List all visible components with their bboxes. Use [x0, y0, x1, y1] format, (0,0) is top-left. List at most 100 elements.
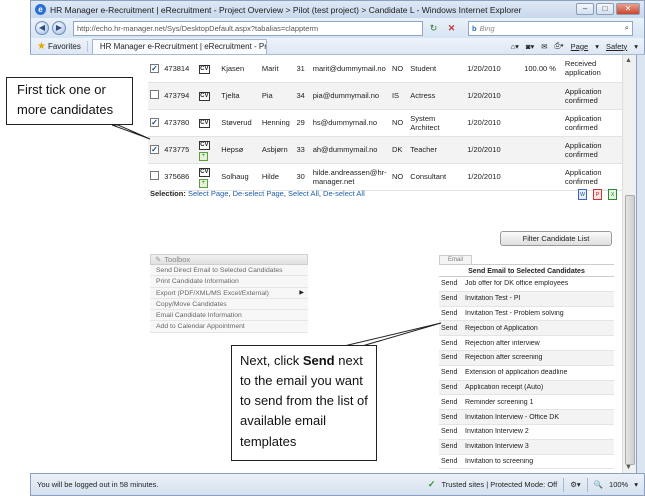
toolbox-item[interactable]: Export (PDF/XML/MS Excel/External) ▶	[150, 287, 308, 299]
email-template-row: Send Application receipt (Auto)	[439, 380, 614, 396]
filter-candidate-list-button[interactable]: Filter Candidate List	[500, 231, 612, 246]
zoom-icon[interactable]: 🔍	[594, 480, 603, 489]
email-template-row: Send Extension of application deadline	[439, 366, 614, 381]
refresh-icon[interactable]: ↻	[426, 21, 441, 36]
scrollbar-thumb[interactable]	[625, 195, 635, 465]
toolbox-item-label: Send Direct Email to Selected Candidates	[156, 267, 283, 274]
table-row[interactable]: ✓ 473780 CV Støverud Henning 29 hs@dummymail.n…	[148, 109, 622, 137]
tab-email[interactable]: Email	[439, 255, 473, 264]
send-email-button[interactable]: Send	[439, 428, 463, 435]
feeds-icon[interactable]: ◙▾	[526, 42, 534, 51]
toolbox-item[interactable]: Send Direct Email to Selected Candidates	[150, 265, 308, 277]
favorites-button[interactable]: ★ Favorites	[37, 40, 88, 52]
send-email-button[interactable]: Send	[439, 325, 463, 332]
cv-icon[interactable]: CV	[198, 167, 210, 177]
table-row[interactable]: 473794 CV Tjelta Pia 34 pia@dummymail.no IS Act…	[148, 82, 622, 110]
table-row[interactable]: ✓ 473814 CV Kjasen Marit 31 marit@dummymail.no…	[148, 55, 622, 83]
deselect-page-link[interactable]: De-select Page	[233, 189, 284, 198]
table-row[interactable]: 375686 CV + Solhaug Hilde 30 hilde.andreassen…	[148, 163, 622, 191]
toolbox-item[interactable]: Copy/Move Candidates	[150, 298, 308, 311]
send-email-button[interactable]: Send	[439, 280, 463, 287]
close-window-button[interactable]: ✕	[616, 3, 640, 15]
callout1-pointer	[111, 124, 151, 140]
send-email-button[interactable]: Send	[439, 369, 463, 376]
pdf-export-icon[interactable]: P	[593, 189, 602, 200]
minimize-button[interactable]: –	[576, 3, 594, 15]
status-text: You will be logged out in 58 minutes.	[37, 480, 159, 489]
email-template-name: Reminder screening 1	[465, 398, 534, 406]
forward-button[interactable]: ▶	[52, 21, 66, 35]
maximize-button[interactable]: □	[596, 3, 614, 15]
email-template-name: Invitation to screening	[465, 457, 534, 465]
toolbox-item[interactable]: Add to Calendar Appointment	[150, 321, 308, 333]
cell-age: 33	[294, 136, 311, 164]
excel-export-icon[interactable]: X	[608, 189, 617, 200]
stop-icon[interactable]: ✕	[444, 21, 459, 36]
cell-status: Application confirmed	[562, 136, 622, 164]
cv-icon[interactable]: CV	[198, 119, 210, 128]
cell-position: Consultant	[408, 163, 466, 191]
candidate-checkbox[interactable]: ✓	[150, 145, 159, 154]
url-input[interactable]: http://echo.hr-manager.net/Sys/DesktopDe…	[73, 20, 423, 36]
select-page-link[interactable]: Select Page	[188, 189, 228, 198]
zoom-level[interactable]: 100%	[609, 480, 628, 489]
page-menu[interactable]: Page	[571, 42, 589, 51]
search-icon[interactable]: ⌕	[625, 23, 629, 33]
send-email-button[interactable]: Send	[439, 354, 463, 361]
selection-bar: Selection: Select Page, De-select Page, …	[150, 189, 365, 198]
toolbox-item[interactable]: Print Candidate Information	[150, 276, 308, 288]
deselect-all-link[interactable]: De-select All	[323, 189, 365, 198]
print-icon[interactable]: ⎙▾	[555, 41, 564, 51]
candidate-checkbox[interactable]	[150, 171, 159, 180]
cell-email: pia@dummymail.no	[310, 82, 390, 110]
search-placeholder: Bing	[479, 23, 495, 33]
email-template-row: Send Invitation Test - Problem solving	[439, 307, 614, 322]
cell-last-name: Kjasen	[219, 55, 260, 83]
window-title: HR Manager e-Recruitment | eRecruitment …	[50, 4, 522, 15]
back-button[interactable]: ◀	[35, 21, 49, 35]
attachment-icon[interactable]: +	[198, 178, 208, 188]
cv-icon[interactable]: CV	[198, 92, 210, 101]
home-icon[interactable]: ⌂▾	[511, 42, 519, 51]
send-email-button[interactable]: Send	[439, 295, 463, 302]
send-email-button[interactable]: Send	[439, 310, 463, 317]
cell-candidate-id[interactable]: 473780	[162, 109, 197, 137]
cell-country: NO	[389, 55, 409, 83]
cell-position: System Architect	[408, 109, 466, 137]
word-export-icon[interactable]: W	[578, 189, 587, 200]
mail-icon[interactable]: ✉	[541, 42, 547, 51]
browser-tab[interactable]: HR Manager e-Recruitment | eRecruitment …	[91, 38, 267, 54]
callout-first-step: First tick one or more candidates	[6, 77, 133, 125]
cv-icon[interactable]: CV	[198, 140, 210, 150]
cell-position: Teacher	[408, 136, 466, 164]
send-email-button[interactable]: Send	[439, 414, 463, 421]
table-row[interactable]: ✓ 473775 CV + Hepsø Asbjørn 33 ah@dummymail.no…	[148, 136, 622, 164]
scroll-up-icon[interactable]: ▲	[625, 57, 632, 64]
send-email-button[interactable]: Send	[439, 340, 463, 347]
select-all-link[interactable]: Select All	[288, 189, 319, 198]
toolbox-title: Toolbox	[164, 255, 191, 264]
attachment-icon[interactable]: +	[198, 151, 208, 161]
cell-candidate-id[interactable]: 473775	[162, 136, 197, 164]
cv-icon[interactable]: CV	[198, 64, 210, 74]
email-panel: Email Send Email to Selected Candidates …	[439, 254, 614, 470]
cell-last-name: Tjelta	[219, 82, 260, 110]
candidate-checkbox[interactable]: ✓	[150, 118, 159, 127]
protected-mode-icon[interactable]: ⚙▾	[570, 480, 581, 489]
cell-candidate-id[interactable]: 473794	[162, 82, 197, 110]
candidate-checkbox[interactable]	[150, 90, 159, 99]
send-email-button[interactable]: Send	[439, 458, 463, 465]
toolbox-item[interactable]: Email Candidate Information	[150, 310, 308, 322]
search-input[interactable]: b Bing ⌕	[468, 20, 633, 36]
safety-menu[interactable]: Safety	[606, 42, 627, 51]
candidate-checkbox[interactable]: ✓	[150, 63, 159, 73]
zoom-dropdown-icon[interactable]: ▾	[634, 480, 638, 489]
send-email-button[interactable]: Send	[439, 384, 463, 391]
cell-candidate-id[interactable]: 375686	[162, 163, 197, 191]
email-template-row: Send Reminder screening 1	[439, 395, 614, 411]
cell-candidate-id[interactable]: 473814	[162, 55, 197, 83]
scroll-down-icon[interactable]: ▼	[625, 464, 632, 471]
page-scrollbar[interactable]: ▲ ▼	[622, 55, 636, 473]
send-email-button[interactable]: Send	[439, 443, 463, 450]
send-email-button[interactable]: Send	[439, 399, 463, 406]
